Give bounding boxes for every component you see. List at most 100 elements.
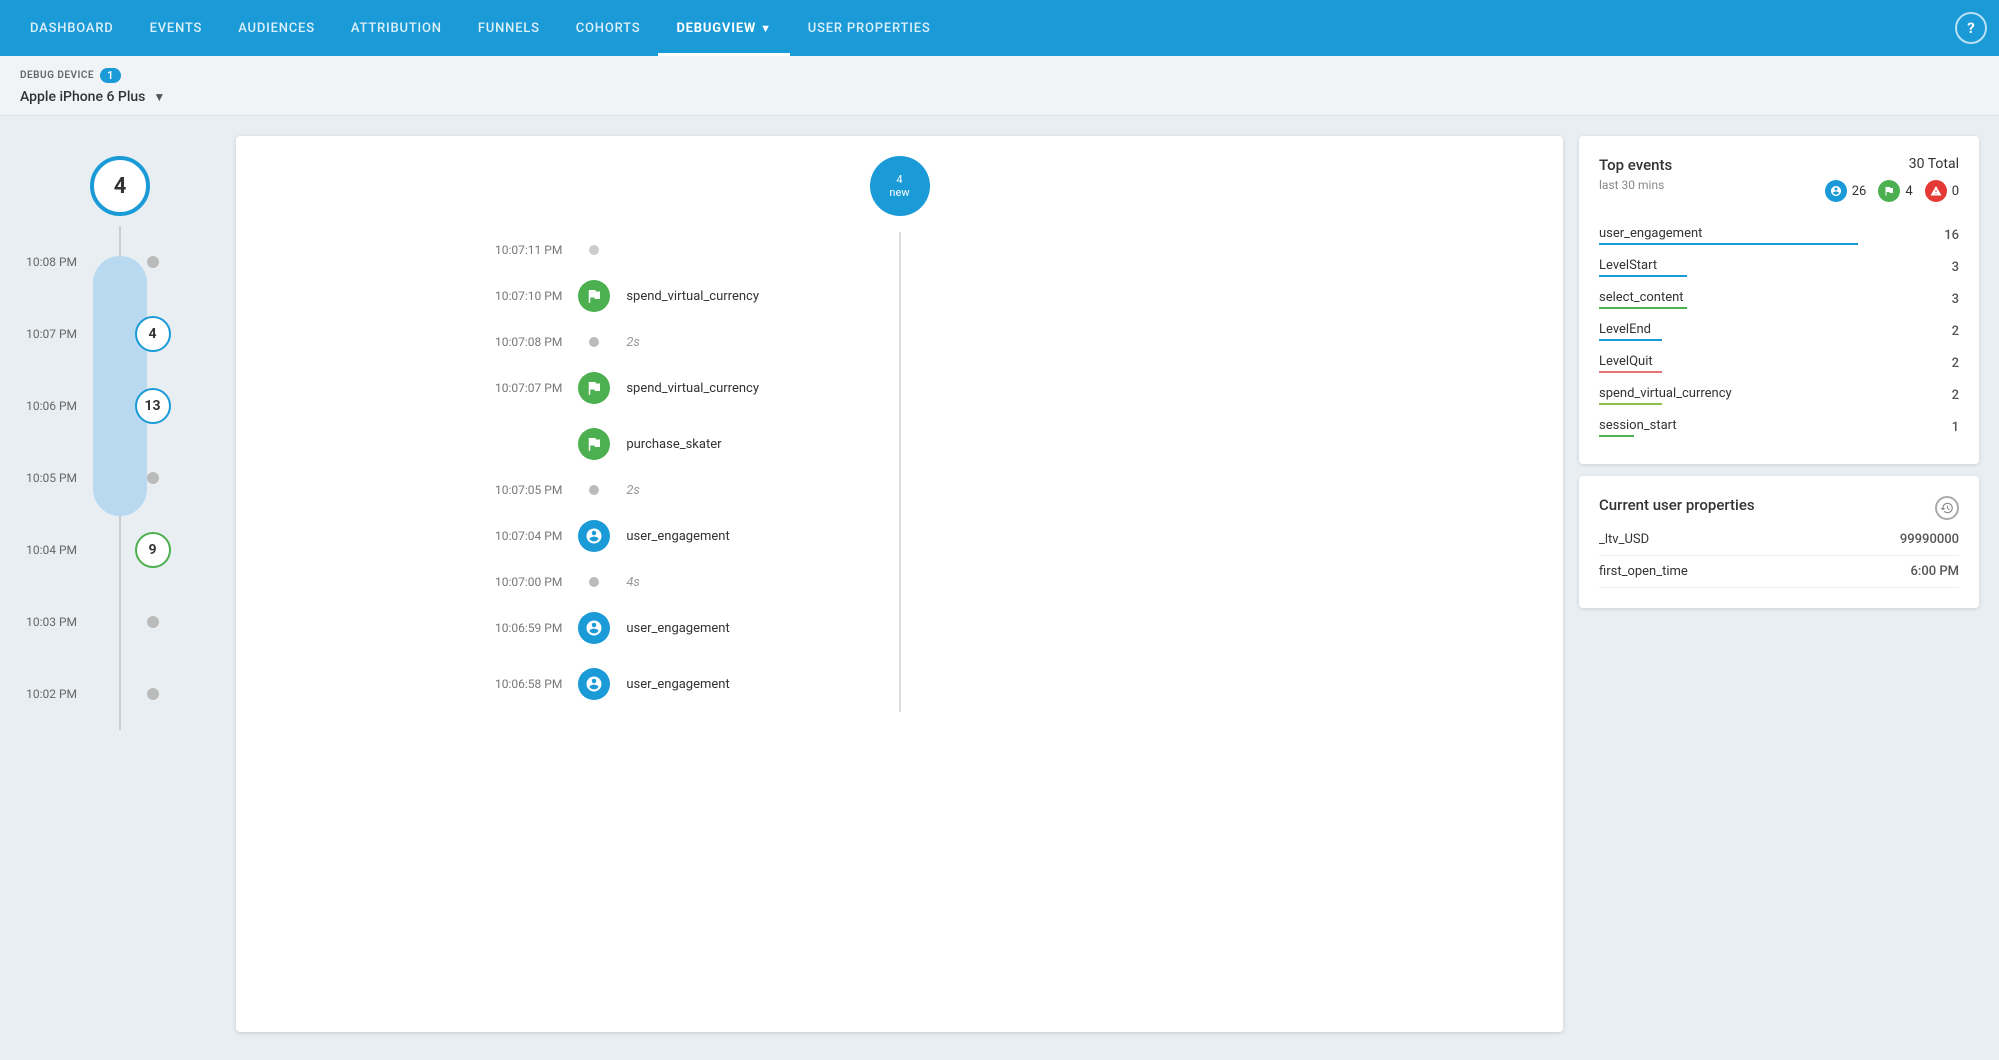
top-events-total: 30 Total bbox=[1909, 156, 1959, 172]
nav-debugview[interactable]: DEBUGVIEW ▼ bbox=[658, 0, 789, 56]
event-row[interactable]: 10:07:04 PM user_engagement bbox=[448, 508, 1350, 564]
blue-count-item: 26 bbox=[1825, 180, 1867, 202]
timeline-container: 10:08 PM 10:07 PM 4 10:06 PM 13 bbox=[20, 226, 220, 730]
nav-funnels[interactable]: FUNNELS bbox=[460, 0, 558, 56]
event-time: 10:07:07 PM bbox=[448, 381, 578, 395]
event-row[interactable]: 10:06:58 PM user_engagement bbox=[448, 656, 1350, 712]
purchase-skater-icon bbox=[578, 428, 610, 460]
user-properties-card: Current user properties _ltv_USD 9999000… bbox=[1579, 476, 1979, 608]
left-timeline-panel: 4 10:08 PM 10:07 PM 4 10:06 PM bbox=[20, 136, 220, 1032]
timeline-circle-1007: 4 bbox=[135, 316, 171, 352]
timeline-dot-1003 bbox=[147, 616, 159, 628]
green-count-item: 4 bbox=[1878, 180, 1912, 202]
event-time: 10:07:10 PM bbox=[448, 289, 578, 303]
event-stream: 4 new 10:07:11 PM 10:07:10 PM bbox=[236, 136, 1563, 1032]
gap-dot bbox=[589, 337, 599, 347]
prop-row-first-open: first_open_time 6:00 PM bbox=[1599, 556, 1959, 588]
timeline-row: 10:08 PM bbox=[20, 226, 220, 298]
event-name-label: spend_virtual_currency bbox=[1599, 386, 1952, 401]
timeline-dot-1008 bbox=[147, 256, 159, 268]
event-name-spend1: spend_virtual_currency bbox=[626, 289, 759, 304]
red-count-item: 0 bbox=[1925, 180, 1959, 202]
gap-label-2s-2: 2s bbox=[626, 483, 640, 498]
timeline-time-1003: 10:03 PM bbox=[20, 615, 85, 629]
nav-user-properties[interactable]: USER PROPERTIES bbox=[790, 0, 949, 56]
spend-virtual-currency-icon-2 bbox=[578, 372, 610, 404]
main-layout: 4 10:08 PM 10:07 PM 4 10:06 PM bbox=[0, 116, 1999, 1052]
top-events-card: Top events 30 Total last 30 mins 26 bbox=[1579, 136, 1979, 464]
top-event-session-start[interactable]: session_start 1 bbox=[1599, 412, 1959, 444]
gap-dot-4s bbox=[589, 577, 599, 587]
event-row[interactable]: 10:07:10 PM spend_virtual_currency bbox=[448, 268, 1350, 324]
timeline-dot-1002 bbox=[147, 688, 159, 700]
event-name-label: LevelStart bbox=[1599, 258, 1952, 273]
event-row: 10:07:05 PM 2s bbox=[448, 472, 1350, 508]
blue-count-badge bbox=[1825, 180, 1847, 202]
top-event-spend-virtual[interactable]: spend_virtual_currency 2 bbox=[1599, 380, 1959, 412]
top-event-levelstart[interactable]: LevelStart 3 bbox=[1599, 252, 1959, 284]
event-time: 10:06:58 PM bbox=[448, 677, 578, 691]
history-icon[interactable] bbox=[1935, 496, 1959, 520]
event-name-engagement3: user_engagement bbox=[626, 677, 729, 692]
event-row[interactable]: purchase_skater bbox=[448, 416, 1350, 472]
new-events-badge: 4 new bbox=[870, 156, 930, 216]
event-name-engagement1: user_engagement bbox=[626, 529, 729, 544]
timeline-row[interactable]: 10:04 PM 9 bbox=[20, 514, 220, 586]
right-panel: Top events 30 Total last 30 mins 26 bbox=[1579, 136, 1979, 1032]
event-name-engagement2: user_engagement bbox=[626, 621, 729, 636]
prop-value-ltv: 99990000 bbox=[1900, 532, 1959, 547]
prop-key-first-open: first_open_time bbox=[1599, 564, 1688, 579]
timeline-time-1007: 10:07 PM bbox=[20, 327, 85, 341]
gap-dot-2 bbox=[589, 485, 599, 495]
event-row: 10:07:11 PM bbox=[448, 232, 1350, 268]
user-engagement-icon-3 bbox=[578, 668, 610, 700]
event-time: 10:07:00 PM bbox=[448, 575, 578, 589]
event-counts: 26 4 0 bbox=[1825, 180, 1959, 202]
event-name-purchase: purchase_skater bbox=[626, 437, 721, 452]
top-event-levelquit[interactable]: LevelQuit 2 bbox=[1599, 348, 1959, 380]
event-row[interactable]: 10:07:07 PM spend_virtual_currency bbox=[448, 360, 1350, 416]
sub-header: DEBUG DEVICE 1 Apple iPhone 6 Plus ▼ bbox=[0, 56, 1999, 116]
green-count-badge bbox=[1878, 180, 1900, 202]
event-time: 10:07:11 PM bbox=[448, 243, 578, 257]
top-event-select-content[interactable]: select_content 3 bbox=[1599, 284, 1959, 316]
event-time: 10:06:59 PM bbox=[448, 621, 578, 635]
user-properties-header: Current user properties bbox=[1599, 496, 1959, 520]
prop-value-first-open: 6:00 PM bbox=[1911, 564, 1960, 579]
red-count-badge bbox=[1925, 180, 1947, 202]
timeline-row[interactable]: 10:06 PM 13 bbox=[20, 370, 220, 442]
nav-cohorts[interactable]: COHORTS bbox=[558, 0, 659, 56]
prop-row-ltv: _ltv_USD 99990000 bbox=[1599, 524, 1959, 556]
event-name-label: LevelQuit bbox=[1599, 354, 1952, 369]
event-row: 10:07:08 PM 2s bbox=[448, 324, 1350, 360]
timeline-time-1008: 10:08 PM bbox=[20, 255, 85, 269]
timeline-row: 10:02 PM bbox=[20, 658, 220, 730]
timeline-time-1006: 10:06 PM bbox=[20, 399, 85, 413]
timeline-time-1002: 10:02 PM bbox=[20, 687, 85, 701]
timeline-circle-1006: 13 bbox=[135, 388, 171, 424]
event-connector-dot bbox=[589, 245, 599, 255]
timeline-time-1005: 10:05 PM bbox=[20, 471, 85, 485]
event-row[interactable]: 10:06:59 PM user_engagement bbox=[448, 600, 1350, 656]
device-select[interactable]: Apple iPhone 6 Plus ▼ bbox=[20, 89, 1979, 105]
nav-audiences[interactable]: AUDIENCES bbox=[220, 0, 333, 56]
timeline-row: 10:03 PM bbox=[20, 586, 220, 658]
nav-events[interactable]: EVENTS bbox=[132, 0, 221, 56]
timeline-circle-1004: 9 bbox=[135, 532, 171, 568]
timeline-time-1004: 10:04 PM bbox=[20, 543, 85, 557]
event-name-label: select_content bbox=[1599, 290, 1952, 305]
nav-attribution[interactable]: ATTRIBUTION bbox=[333, 0, 460, 56]
event-time: 10:07:05 PM bbox=[448, 483, 578, 497]
debug-count-badge: 1 bbox=[100, 68, 121, 83]
event-name-label: user_engagement bbox=[1599, 226, 1944, 241]
help-button[interactable]: ? bbox=[1955, 12, 1987, 44]
top-event-levelend[interactable]: LevelEnd 2 bbox=[1599, 316, 1959, 348]
top-event-user-engagement[interactable]: user_engagement 16 bbox=[1599, 220, 1959, 252]
event-time: 10:07:04 PM bbox=[448, 529, 578, 543]
timeline-row[interactable]: 10:07 PM 4 bbox=[20, 298, 220, 370]
spend-virtual-currency-icon bbox=[578, 280, 610, 312]
timeline-row: 10:05 PM bbox=[20, 442, 220, 514]
debugview-dropdown-arrow: ▼ bbox=[760, 22, 772, 35]
nav-dashboard[interactable]: DASHBOARD bbox=[12, 0, 132, 56]
top-events-sub: last 30 mins bbox=[1599, 178, 1664, 192]
